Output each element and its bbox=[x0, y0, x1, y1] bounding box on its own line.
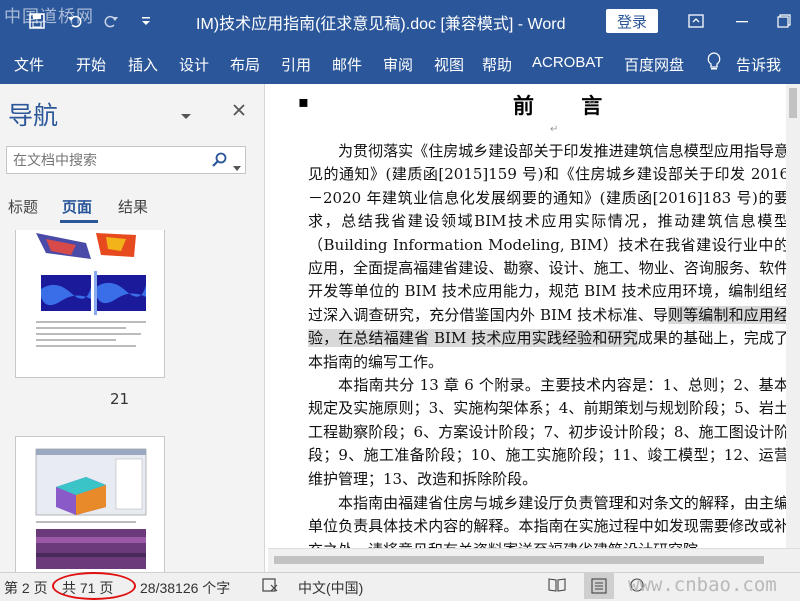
proofing-icon[interactable] bbox=[262, 577, 278, 596]
word-count[interactable]: 28/38126 个字 bbox=[140, 578, 230, 598]
page-thumbnail-21[interactable] bbox=[15, 230, 165, 378]
document-heading: 前 言 bbox=[513, 93, 623, 118]
lightbulb-icon[interactable] bbox=[706, 52, 722, 76]
tab-help[interactable]: 帮助 bbox=[482, 54, 512, 75]
tell-me-search[interactable]: 告诉我 bbox=[736, 54, 781, 75]
vertical-scrollbar[interactable] bbox=[786, 84, 800, 548]
tab-design[interactable]: 设计 bbox=[179, 54, 209, 75]
tab-references[interactable]: 引用 bbox=[281, 54, 311, 75]
nav-options-chevron-icon[interactable] bbox=[180, 106, 192, 125]
search-dropdown-icon[interactable] bbox=[233, 157, 241, 176]
language-indicator[interactable]: 中文(中国) bbox=[298, 578, 363, 598]
title-bar: 中国道桥网 IM)技术应用指南(征求意见稿).doc [兼容模式] - Word… bbox=[0, 0, 800, 44]
page-22-preview bbox=[35, 448, 147, 569]
read-mode-icon[interactable] bbox=[548, 577, 566, 596]
tab-view[interactable]: 视图 bbox=[434, 54, 464, 75]
login-button[interactable]: 登录 bbox=[606, 9, 658, 33]
tab-acrobat[interactable]: ACROBAT bbox=[532, 54, 603, 71]
paragraph-mark: ↵ bbox=[550, 124, 559, 135]
para1-text: 为贯彻落实《住房城乡建设部关于印发推进建筑信息模型应用指导意见的通知》(建质函[… bbox=[308, 142, 786, 324]
tab-file[interactable]: 文件 bbox=[14, 54, 44, 75]
page-21-preview bbox=[36, 233, 146, 347]
nav-search-box[interactable] bbox=[6, 146, 246, 174]
search-icon[interactable] bbox=[211, 152, 227, 172]
save-icon[interactable] bbox=[26, 10, 48, 32]
body-paragraph-1: 为贯彻落实《住房城乡建设部关于印发推进建筑信息模型应用指导意见的通知》(建质函[… bbox=[308, 140, 786, 374]
bullet-mark: ▪ bbox=[298, 92, 309, 111]
redo-icon[interactable] bbox=[100, 10, 122, 32]
nav-tab-pages[interactable]: 页面 bbox=[62, 196, 92, 217]
nav-tab-results[interactable]: 结果 bbox=[118, 196, 148, 217]
watermark-url: www.cnbao.com bbox=[628, 574, 777, 596]
page-number-label: 21 bbox=[110, 390, 130, 408]
undo-icon[interactable] bbox=[64, 10, 86, 32]
restore-icon[interactable] bbox=[768, 8, 800, 34]
page-thumbnails: 21 bbox=[0, 230, 264, 572]
nav-search-input[interactable] bbox=[11, 150, 205, 172]
horizontal-scrollbar-thumb[interactable] bbox=[274, 556, 764, 564]
scrollbar-thumb[interactable] bbox=[789, 88, 797, 118]
page-thumbnail-22[interactable] bbox=[15, 436, 165, 572]
minimize-icon[interactable] bbox=[726, 8, 758, 34]
tab-mailings[interactable]: 邮件 bbox=[332, 54, 362, 75]
tab-baidu-netdisk[interactable]: 百度网盘 bbox=[624, 54, 684, 75]
tab-review[interactable]: 审阅 bbox=[383, 54, 413, 75]
tab-home[interactable]: 开始 bbox=[76, 54, 106, 75]
ribbon-tabs: 文件 开始 插入 设计 布局 引用 邮件 审阅 视图 帮助 ACROBAT 百度… bbox=[0, 44, 800, 84]
navigation-pane: 导航 标题 页面 结果 bbox=[0, 84, 265, 572]
body-paragraph-2: 本指南共分 13 章 6 个附录。主要技术内容是：1、总则；2、基本规定及实施原… bbox=[308, 376, 786, 488]
nav-tab-headings[interactable]: 标题 bbox=[8, 196, 38, 217]
nav-pane-title: 导航 bbox=[8, 101, 59, 130]
tab-insert[interactable]: 插入 bbox=[128, 54, 158, 75]
ribbon-display-options-icon[interactable] bbox=[680, 8, 712, 34]
customize-quick-access-icon[interactable] bbox=[136, 10, 156, 32]
close-icon[interactable] bbox=[232, 102, 246, 121]
page-indicator[interactable]: 第 2 页 bbox=[4, 578, 48, 598]
print-layout-icon[interactable] bbox=[584, 573, 614, 599]
tab-layout[interactable]: 布局 bbox=[230, 54, 260, 75]
document-page[interactable]: ▪ 前 言 ↵ ↵ 为贯彻落实《住房城乡建设部关于印发推进建筑信息模型应用指导意… bbox=[268, 84, 786, 548]
window-title: IM)技术应用指南(征求意见稿).doc [兼容模式] - Word bbox=[196, 16, 566, 33]
body-paragraph-3: 本指南由福建省住房与城乡建设厅负责管理和对条文的解释，由主编单位负责具体技术内容… bbox=[308, 494, 786, 548]
active-tab-indicator bbox=[60, 220, 98, 223]
annotation-circle bbox=[52, 572, 136, 600]
paragraph-mark: ↵ bbox=[588, 98, 597, 109]
horizontal-scrollbar[interactable] bbox=[268, 548, 800, 573]
